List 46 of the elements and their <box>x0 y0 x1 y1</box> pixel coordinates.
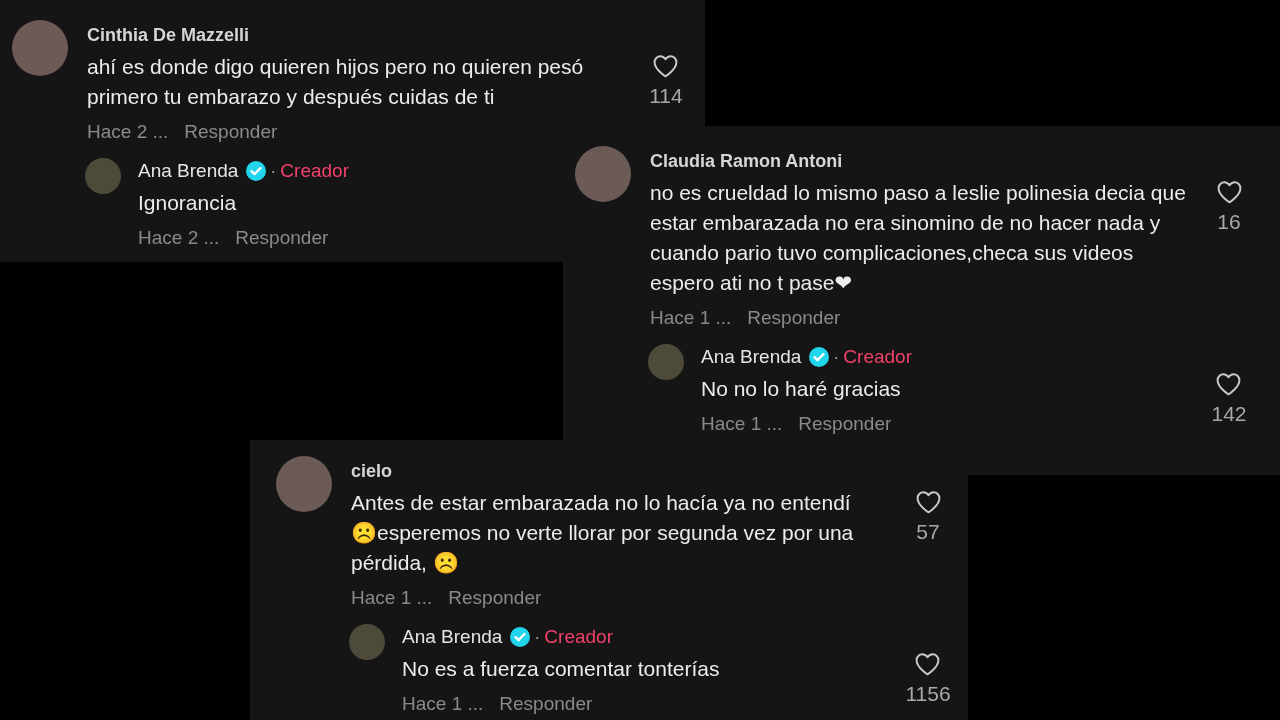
username[interactable]: Ana Brenda <box>402 626 503 648</box>
timestamp: Hace 1 ... <box>650 307 732 329</box>
avatar[interactable] <box>648 344 684 380</box>
username[interactable]: Claudia Ramon Antoni <box>650 150 843 172</box>
reply-link[interactable]: Responder <box>448 587 542 609</box>
avatar[interactable] <box>276 456 332 512</box>
username[interactable]: Cinthia De Mazzelli <box>87 24 250 46</box>
reply-link[interactable]: Responder <box>747 307 841 329</box>
timestamp: Hace 1 ... <box>701 413 783 435</box>
heart-icon <box>1215 372 1243 396</box>
username[interactable]: Ana Brenda <box>138 160 239 182</box>
creator-label: Creador <box>544 626 613 648</box>
username[interactable]: cielo <box>351 460 393 482</box>
reply-link[interactable]: Responder <box>798 413 892 435</box>
like-button[interactable]: 1156 <box>905 652 951 706</box>
like-button[interactable]: 114 <box>649 54 683 108</box>
timestamp: Hace 1 ... <box>402 693 484 715</box>
timestamp: Hace 2 ... <box>87 121 169 143</box>
like-button[interactable]: 16 <box>1215 180 1243 234</box>
comment-text: No no lo haré gracias <box>701 376 902 402</box>
avatar[interactable] <box>349 624 385 660</box>
reply-link[interactable]: Responder <box>235 227 329 249</box>
avatar[interactable] <box>12 20 68 76</box>
timestamp: Hace 2 ... <box>138 227 220 249</box>
heart-icon <box>914 490 942 514</box>
like-button[interactable]: 142 <box>1211 372 1247 426</box>
avatar[interactable] <box>575 146 631 202</box>
creator-label: Creador <box>280 160 349 182</box>
heart-icon <box>914 652 942 676</box>
comment-text: ahí es donde digo quieren hijos pero no quieren pesó primero tu embarazo y después cuidas de ti <box>87 54 585 110</box>
timestamp: Hace 1 ... <box>351 587 433 609</box>
reply-link[interactable]: Responder <box>184 121 278 143</box>
like-button[interactable]: 57 <box>914 490 942 544</box>
heart-icon <box>652 54 680 78</box>
comment-text: No es a fuerza comentar tonterías <box>402 656 721 682</box>
separator-dot: · <box>270 160 277 182</box>
username[interactable]: Ana Brenda <box>701 346 802 368</box>
reply-link[interactable]: Responder <box>499 693 593 715</box>
comment-text: Ignorancia <box>138 190 238 216</box>
comment-text: no es crueldad lo mismo paso a leslie polinesia decia que estar embarazada no era sinomino de no hacer nada y cuando pario tuvo complicaciones,checa sus videos espero ati no t pase❤ <box>650 180 1187 296</box>
heart-icon <box>1215 180 1243 204</box>
comment-text: Antes de estar embarazada no lo hacía ya no entendí ☹esperemos no verte llorar por segunda vez por una pérdida, ☹ <box>351 490 855 576</box>
avatar[interactable] <box>85 158 121 194</box>
separator-dot: · <box>534 626 541 648</box>
separator-dot: · <box>833 346 840 368</box>
creator-label: Creador <box>843 346 912 368</box>
